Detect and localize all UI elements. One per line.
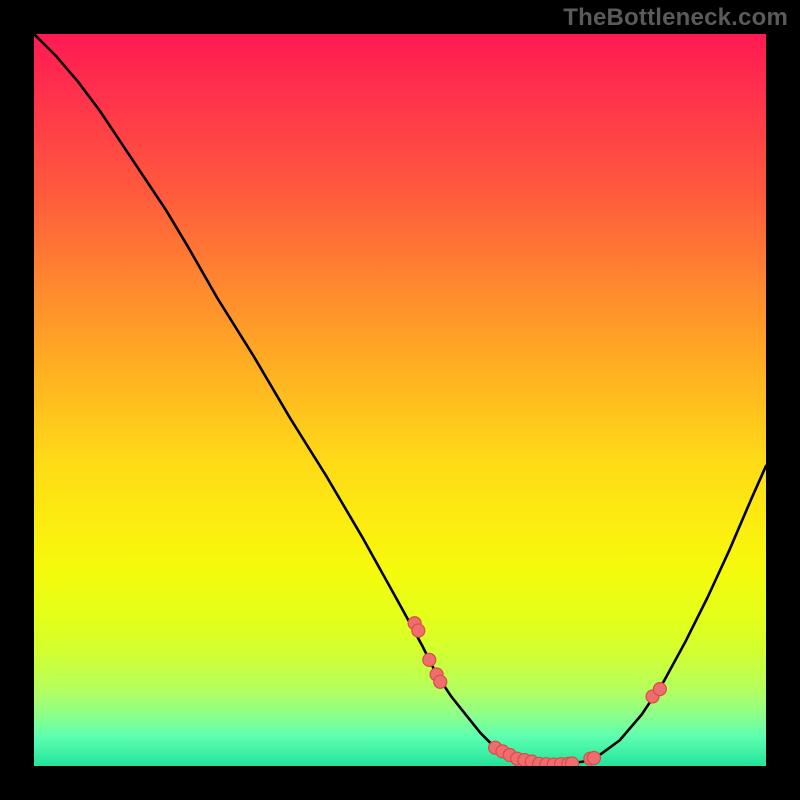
- data-marker: [566, 757, 579, 766]
- data-marker: [412, 624, 425, 637]
- curve-svg: [34, 34, 766, 766]
- data-marker: [653, 683, 666, 696]
- data-marker: [587, 751, 600, 764]
- chart-plot-area: [34, 34, 766, 766]
- data-marker: [423, 653, 436, 666]
- watermark-text: TheBottleneck.com: [563, 4, 788, 32]
- bottleneck-curve: [34, 34, 766, 765]
- data-marker: [434, 675, 447, 688]
